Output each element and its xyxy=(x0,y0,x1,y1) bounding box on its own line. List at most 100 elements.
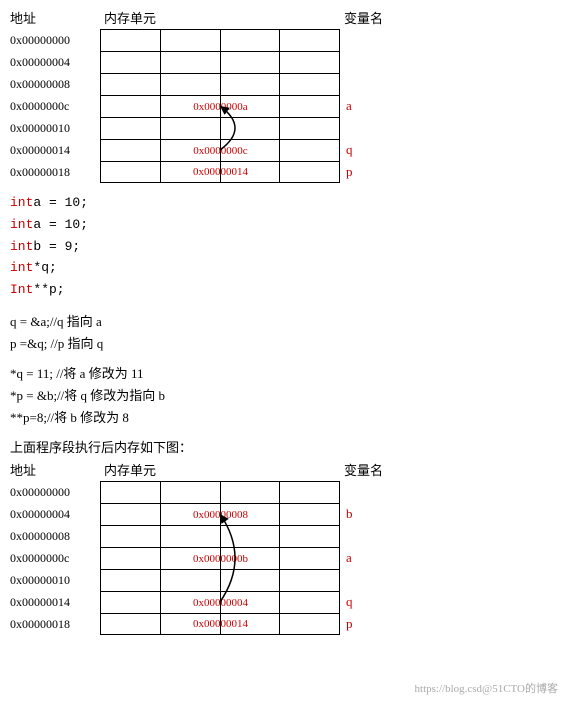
mem-unit xyxy=(161,482,221,503)
table-row: 0x000000180x00000014p xyxy=(10,161,558,183)
addr-cell: 0x00000008 xyxy=(10,73,100,95)
table-row: 0x00000000 xyxy=(10,481,558,503)
addr-cell: 0x00000008 xyxy=(10,525,100,547)
mem-unit xyxy=(221,140,281,161)
units-container: 0x00000004 xyxy=(100,591,340,613)
header-units-1: 内存单元 xyxy=(100,8,340,27)
code-line: Int **p; xyxy=(10,280,558,301)
addr-cell: 0x00000018 xyxy=(10,613,100,635)
addr-cell: 0x00000014 xyxy=(10,139,100,161)
units-container: 0x0000000c xyxy=(100,139,340,161)
varname-cell: a xyxy=(340,547,420,569)
mem-unit xyxy=(221,548,281,569)
header-varname-1: 变量名 xyxy=(340,8,420,27)
varname-cell xyxy=(340,569,420,591)
mem-unit xyxy=(221,482,281,503)
addr-cell: 0x00000004 xyxy=(10,51,100,73)
varname-cell xyxy=(340,525,420,547)
mem-unit xyxy=(280,30,340,51)
mem-unit xyxy=(221,30,281,51)
table2-body: 0x000000000x000000040x00000008b0x0000000… xyxy=(10,481,558,635)
units-container: 0x00000008 xyxy=(100,503,340,525)
units-container xyxy=(100,481,340,503)
table-row: 0x000000040x00000008b xyxy=(10,503,558,525)
comment-line: p =&q; //p 指向 q xyxy=(10,333,558,355)
mem-unit xyxy=(280,96,340,117)
mem-unit xyxy=(280,162,340,182)
addr-cell: 0x00000018 xyxy=(10,161,100,183)
mem-unit xyxy=(161,548,221,569)
mem-unit xyxy=(161,52,221,73)
mem-unit xyxy=(221,74,281,95)
code-line: int a = 10; xyxy=(10,193,558,214)
mem-unit xyxy=(101,482,161,503)
mem-unit xyxy=(161,74,221,95)
mem-unit xyxy=(101,592,161,613)
varname-cell: q xyxy=(340,139,420,161)
units-container xyxy=(100,73,340,95)
units-container xyxy=(100,569,340,591)
code-section: int a = 10;int a = 10;int b = 9;int *q;I… xyxy=(10,193,558,301)
mem-unit xyxy=(280,74,340,95)
addr-cell: 0x0000000c xyxy=(10,95,100,117)
mem-unit xyxy=(280,52,340,73)
comment-lines: q = &a;//q 指向 ap =&q; //p 指向 q *q = 11; … xyxy=(10,311,558,429)
mem-unit xyxy=(101,30,161,51)
mem-unit xyxy=(161,96,221,117)
addr-cell: 0x00000010 xyxy=(10,569,100,591)
mem-unit xyxy=(221,504,281,525)
table-row: 0x00000004 xyxy=(10,51,558,73)
mem-unit xyxy=(280,118,340,139)
varname-cell: b xyxy=(340,503,420,525)
mem-unit xyxy=(221,118,281,139)
varname-cell: p xyxy=(340,161,420,183)
mem-unit xyxy=(101,96,161,117)
table-row: 0x000000140x0000000cq xyxy=(10,139,558,161)
addr-cell: 0x00000000 xyxy=(10,481,100,503)
mem-unit xyxy=(221,614,281,634)
mem-unit xyxy=(161,30,221,51)
units-container xyxy=(100,51,340,73)
addr-cell: 0x00000004 xyxy=(10,503,100,525)
mem-unit xyxy=(221,592,281,613)
mem-unit xyxy=(221,96,281,117)
comment-section: q = &a;//q 指向 ap =&q; //p 指向 q *q = 11; … xyxy=(10,311,558,429)
memory-table-2: 上面程序段执行后内存如下图： 地址 内存单元 变量名 0x000000000x0… xyxy=(10,437,558,635)
mem-unit xyxy=(280,504,340,525)
mem-unit xyxy=(101,118,161,139)
table-row: 0x0000000c0x0000000ba xyxy=(10,547,558,569)
comment-line: **p=8;//将 b 修改为 8 xyxy=(10,407,558,429)
table2-header: 地址 内存单元 变量名 xyxy=(10,460,558,479)
addr-cell: 0x0000000c xyxy=(10,547,100,569)
mem-unit xyxy=(101,504,161,525)
watermark: https://blog.csd@51CTO的博客 xyxy=(415,680,558,696)
code-rest: a = 10; xyxy=(33,193,88,214)
code-rest: b = 9; xyxy=(33,237,80,258)
varname-cell xyxy=(340,73,420,95)
table-row: 0x00000008 xyxy=(10,73,558,95)
mem-unit xyxy=(221,52,281,73)
mem-unit xyxy=(280,140,340,161)
varname-cell xyxy=(340,117,420,139)
units-container: 0x0000000b xyxy=(100,547,340,569)
header-addr-2: 地址 xyxy=(10,460,100,479)
code-line: int b = 9; xyxy=(10,237,558,258)
mem-unit xyxy=(101,548,161,569)
mem-unit xyxy=(161,162,221,182)
table-row: 0x0000000c0x0000000aa xyxy=(10,95,558,117)
header-varname-2: 变量名 xyxy=(340,460,420,479)
mem-unit xyxy=(161,570,221,591)
table-row: 0x00000008 xyxy=(10,525,558,547)
units-container xyxy=(100,525,340,547)
table-row: 0x000000180x00000014p xyxy=(10,613,558,635)
mem-unit xyxy=(101,140,161,161)
comment-line: *p = &b;//将 q 修改为指向 b xyxy=(10,385,558,407)
mem-unit xyxy=(161,504,221,525)
mem-unit xyxy=(280,614,340,634)
varname-cell: a xyxy=(340,95,420,117)
mem-unit xyxy=(101,162,161,182)
units-container xyxy=(100,117,340,139)
varname-cell xyxy=(340,29,420,51)
header-units-2: 内存单元 xyxy=(100,460,340,479)
mem-unit xyxy=(280,526,340,547)
